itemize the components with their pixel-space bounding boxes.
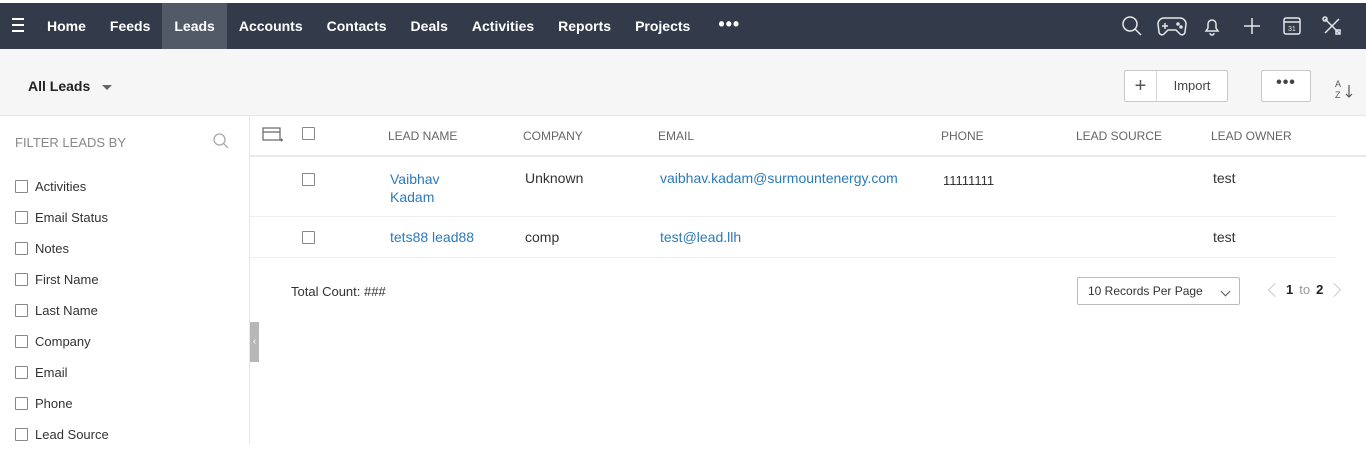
nav-accounts[interactable]: Accounts xyxy=(227,3,315,49)
table-row[interactable]: tets88 lead88 comp test@lead.llh test xyxy=(250,217,1336,258)
previous-page-icon[interactable] xyxy=(1267,282,1283,297)
table-row[interactable]: Vaibhav Kadam Unknown vaibhav.kadam@surm… xyxy=(250,159,1336,217)
nav-feeds[interactable]: Feeds xyxy=(98,3,162,49)
column-header-lead-source[interactable]: LEAD SOURCE xyxy=(1076,129,1162,143)
filter-list: Activities Email Status Notes First Name… xyxy=(15,171,109,450)
filter-item[interactable]: Phone xyxy=(15,388,109,419)
filter-label: Email Status xyxy=(35,210,108,225)
sort-az-icon[interactable]: AZ xyxy=(1333,77,1355,101)
nav-home[interactable]: Home xyxy=(35,3,98,49)
page-to: 2 xyxy=(1316,282,1324,297)
filter-label: Lead Source xyxy=(35,427,109,442)
page-from: 1 xyxy=(1286,282,1294,297)
search-icon[interactable] xyxy=(1112,11,1152,41)
page-to-word: to xyxy=(1299,282,1311,297)
total-count: Total Count: ### xyxy=(291,284,386,299)
filter-item[interactable]: Company xyxy=(15,326,109,357)
column-settings-icon[interactable] xyxy=(262,126,284,149)
filter-checkbox[interactable] xyxy=(15,397,28,410)
lead-owner-cell: test xyxy=(1213,170,1236,186)
sidebar-collapse-handle[interactable]: ‹ xyxy=(250,322,259,362)
import-button[interactable]: Import xyxy=(1157,71,1227,101)
filter-checkbox[interactable] xyxy=(15,304,28,317)
filter-label: Email xyxy=(35,365,68,380)
filter-item[interactable]: First Name xyxy=(15,264,109,295)
filter-item[interactable]: Lead Source xyxy=(15,419,109,450)
filter-label: Phone xyxy=(35,396,73,411)
filter-item[interactable]: Last Name xyxy=(15,295,109,326)
lead-owner-cell: test xyxy=(1213,229,1236,245)
tools-icon[interactable] xyxy=(1312,11,1352,41)
lead-name-link[interactable]: Vaibhav Kadam xyxy=(390,170,440,206)
column-header-phone[interactable]: PHONE xyxy=(941,129,984,143)
company-cell: Unknown xyxy=(525,170,584,186)
lead-last-name: Kadam xyxy=(390,189,435,205)
select-all-checkbox[interactable] xyxy=(302,127,315,140)
nav-activities[interactable]: Activities xyxy=(460,3,546,49)
main-nav: Home Feeds Leads Accounts Contacts Deals… xyxy=(35,3,756,49)
phone-cell: 11111111 xyxy=(943,173,995,188)
filter-checkbox[interactable] xyxy=(15,273,28,286)
filter-label: Notes xyxy=(35,241,69,256)
top-icons: 31 xyxy=(1112,11,1352,41)
column-header-lead-name[interactable]: LEAD NAME xyxy=(388,129,457,143)
pagination: 1 to 2 xyxy=(1267,282,1342,297)
filter-item[interactable]: Activities xyxy=(15,171,109,202)
filter-checkbox[interactable] xyxy=(15,335,28,348)
plus-icon[interactable] xyxy=(1232,11,1272,41)
gamepad-icon[interactable] xyxy=(1152,11,1192,41)
column-header-email[interactable]: EMAIL xyxy=(658,129,694,143)
filter-checkbox[interactable] xyxy=(15,366,28,379)
column-header-lead-owner[interactable]: LEAD OWNER xyxy=(1211,129,1292,143)
filter-label: Last Name xyxy=(35,303,98,318)
row-checkbox[interactable] xyxy=(302,231,315,244)
nav-leads[interactable]: Leads xyxy=(162,3,227,49)
filter-label: Activities xyxy=(35,179,87,194)
bell-icon[interactable] xyxy=(1192,11,1232,41)
email-link[interactable]: vaibhav.kadam@surmountenergy.com xyxy=(660,170,898,186)
import-button-group: + Import xyxy=(1124,70,1228,102)
view-selector[interactable]: All Leads xyxy=(28,78,113,94)
svg-text:31: 31 xyxy=(1288,26,1296,33)
column-header-company[interactable]: COMPANY xyxy=(523,129,583,143)
nav-contacts[interactable]: Contacts xyxy=(315,3,399,49)
create-lead-button[interactable]: + xyxy=(1125,71,1157,101)
filter-sidebar: FILTER LEADS BY Activities Email Status … xyxy=(0,116,250,444)
chevron-down-icon xyxy=(102,84,113,90)
calendar-icon[interactable]: 31 xyxy=(1272,11,1312,41)
company-cell: comp xyxy=(525,229,560,245)
filter-label: Company xyxy=(35,334,91,349)
records-per-page-value: 10 Records Per Page xyxy=(1088,284,1203,298)
filter-checkbox[interactable] xyxy=(15,242,28,255)
nav-deals[interactable]: Deals xyxy=(399,3,460,49)
nav-reports[interactable]: Reports xyxy=(546,3,623,49)
top-navigation-bar: Home Feeds Leads Accounts Contacts Deals… xyxy=(0,0,1366,49)
lead-first-name: Vaibhav xyxy=(390,171,440,187)
filter-item[interactable]: Email Status xyxy=(15,202,109,233)
hamburger-menu-icon[interactable] xyxy=(12,18,30,34)
filter-title: FILTER LEADS BY xyxy=(15,135,127,150)
view-selector-label: All Leads xyxy=(28,78,91,94)
filter-search-icon[interactable] xyxy=(212,132,230,155)
filter-checkbox[interactable] xyxy=(15,180,28,193)
chevron-down-icon xyxy=(1220,286,1231,297)
filter-label: First Name xyxy=(35,272,99,287)
row-checkbox[interactable] xyxy=(302,173,315,186)
lead-name-link[interactable]: tets88 lead88 xyxy=(390,229,474,245)
svg-text:A: A xyxy=(1335,79,1341,89)
nav-more-button[interactable]: ••• xyxy=(702,3,756,49)
email-link[interactable]: test@lead.llh xyxy=(660,229,741,245)
filter-checkbox[interactable] xyxy=(15,428,28,441)
records-per-page-select[interactable]: 10 Records Per Page xyxy=(1077,277,1240,305)
more-actions-button[interactable]: ••• xyxy=(1261,70,1311,102)
next-page-icon[interactable] xyxy=(1327,282,1342,297)
nav-projects[interactable]: Projects xyxy=(623,3,702,49)
list-toolbar: All Leads + Import ••• AZ xyxy=(0,49,1366,116)
filter-item[interactable]: Email xyxy=(15,357,109,388)
svg-text:Z: Z xyxy=(1335,90,1341,100)
table-header: LEAD NAME COMPANY EMAIL PHONE LEAD SOURC… xyxy=(250,116,1366,157)
table-footer: Total Count: ### 10 Records Per Page 1 t… xyxy=(250,258,1366,328)
filter-checkbox[interactable] xyxy=(15,211,28,224)
filter-item[interactable]: Notes xyxy=(15,233,109,264)
